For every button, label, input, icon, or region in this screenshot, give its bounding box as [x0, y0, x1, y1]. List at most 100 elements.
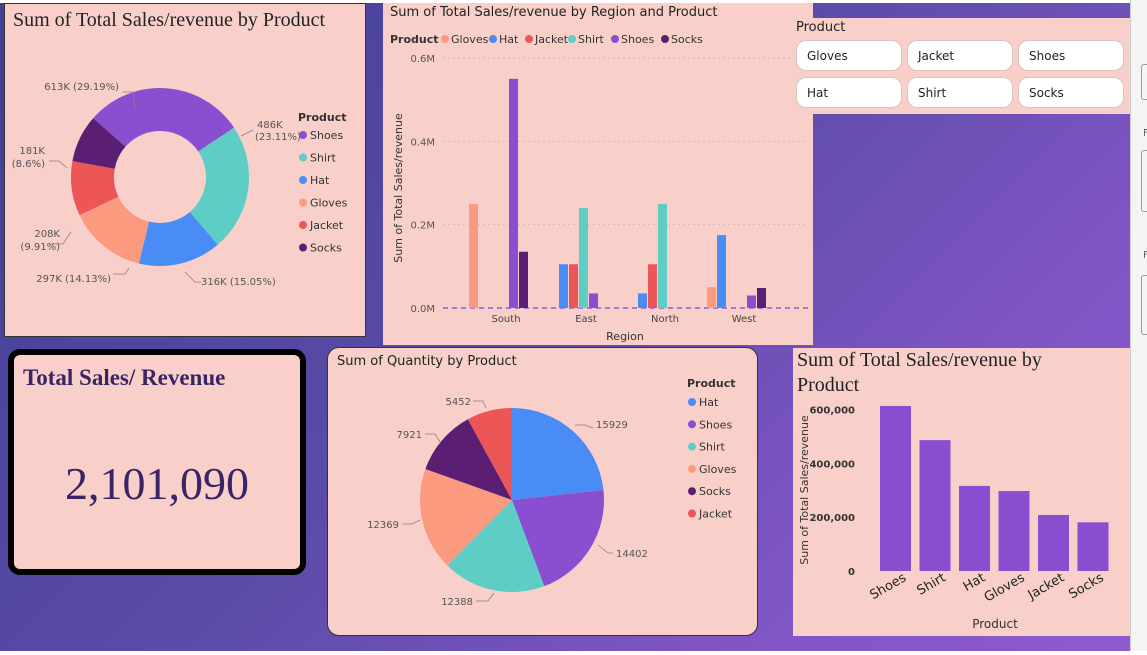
pie-slice-hat[interactable]	[512, 408, 604, 500]
product-bar-x-tick-jacket: Jacket	[1025, 570, 1067, 603]
product-bar-shoes[interactable]	[880, 405, 911, 571]
region-chart-title: Sum of Total Sales/revenue by Region and…	[390, 5, 718, 20]
region-x-axis-label: Region	[606, 330, 644, 343]
region-legend-shoes[interactable]: Shoes	[621, 33, 654, 46]
region-y-tick: 0.4M	[410, 137, 435, 148]
region-bar-east-hat[interactable]	[559, 264, 568, 308]
pie-label-jacket: 5452	[446, 397, 471, 408]
region-legend-marker-shoes	[611, 35, 619, 43]
product-bar-x-axis-label: Product	[972, 617, 1018, 631]
region-legend-marker-socks	[661, 35, 669, 43]
product-bar-y-tick: 0	[848, 567, 855, 578]
donut-label-shoes: 613K (29.19%)	[44, 82, 119, 93]
region-bar-west-hat[interactable]	[717, 235, 726, 308]
product-bar-gloves[interactable]	[998, 491, 1030, 571]
product-bar-socks[interactable]	[1077, 522, 1109, 571]
donut-legend-marker-shoes	[299, 131, 307, 139]
region-x-tick-north: North	[651, 314, 679, 325]
region-legend-shirt[interactable]: Shirt	[578, 33, 605, 46]
kpi-value: 2,101,090	[65, 458, 249, 509]
pie-legend-jacket[interactable]: Jacket	[698, 508, 733, 521]
slicer-item-shoes[interactable]: Shoes	[1018, 40, 1124, 71]
donut-legend-shirt[interactable]: Shirt	[310, 152, 337, 165]
kpi-title: Total Sales/ Revenue	[23, 365, 226, 390]
donut-legend-jacket[interactable]: Jacket	[309, 219, 344, 232]
region-bar-south-gloves[interactable]	[469, 203, 478, 308]
product-bar-y-tick: 200,000	[809, 513, 855, 524]
donut-legend-shoes[interactable]: Shoes	[310, 129, 343, 142]
pie-legend-marker-socks	[688, 487, 696, 496]
product-bar-x-tick-shoes: Shoes	[868, 570, 910, 603]
product-bar-y-tick: 400,000	[809, 459, 855, 470]
region-legend-hat[interactable]: Hat	[499, 33, 519, 46]
product-bar-x-tick-shirt: Shirt	[915, 570, 949, 598]
pie-legend-marker-shoes	[688, 420, 696, 429]
pie-legend-socks[interactable]: Socks	[699, 485, 731, 498]
pie-legend-marker-gloves	[688, 464, 696, 473]
slicer-item-shirt[interactable]: Shirt	[907, 77, 1013, 108]
donut-label-shirt-1: 486K	[257, 120, 283, 131]
region-bar-north-shirt[interactable]	[658, 203, 667, 308]
product-bar-shirt[interactable]	[919, 440, 951, 571]
region-bar-east-jacket[interactable]	[569, 264, 578, 308]
donut-label-gloves: 297K (14.13%)	[36, 274, 111, 285]
donut-legend-marker-hat	[299, 176, 307, 184]
region-y-axis-label: Sum of Total Sales/revenue	[392, 113, 405, 263]
slicer-item-hat[interactable]: Hat	[796, 77, 902, 108]
donut-chart-card[interactable]: Sum of Total Sales/revenue by Product 61…	[4, 3, 366, 337]
region-bar-east-shoes[interactable]	[589, 293, 598, 308]
pie-legend-gloves[interactable]: Gloves	[699, 463, 737, 476]
region-bar-north-hat[interactable]	[638, 293, 647, 308]
pie-legend-shoes[interactable]: Shoes	[699, 418, 732, 431]
donut-label-hat: 316K (15.05%)	[201, 277, 276, 288]
donut-legend-socks[interactable]: Socks	[310, 242, 342, 255]
region-y-tick: 0.6M	[410, 54, 435, 65]
slicer-item-gloves[interactable]: Gloves	[796, 40, 902, 71]
donut-legend-hat[interactable]: Hat	[310, 174, 330, 187]
donut-chart[interactable]: 613K (29.19%) 486K (23.11%) 316K (15.05%…	[5, 34, 367, 334]
quantity-pie-chart[interactable]: 15929 14402 12388 12369 7921 5452 Produc…	[328, 348, 759, 637]
donut-legend-marker-socks	[299, 243, 307, 252]
pie-legend-shirt[interactable]: Shirt	[699, 441, 726, 454]
region-legend-jacket[interactable]: Jacket	[534, 33, 569, 46]
donut-legend-marker-jacket	[299, 221, 307, 229]
region-legend-title: Product	[390, 33, 439, 46]
pie-legend-marker-hat	[688, 398, 696, 406]
region-legend-marker-gloves	[441, 35, 449, 43]
donut-label-jacket-2: (9.91%)	[20, 242, 60, 253]
donut-legend-gloves[interactable]: Gloves	[310, 197, 348, 210]
quantity-pie-card[interactable]: Sum of Quantity by Product 15929 14402 1…	[327, 347, 758, 636]
product-bar-jacket[interactable]	[1038, 515, 1069, 571]
region-clustered-bar-chart[interactable]: Product Gloves Hat Jacket Shirt Shoes Socks 0…	[383, 23, 813, 345]
filters-pane-edge[interactable]: F F	[1130, 0, 1147, 655]
region-bar-south-socks[interactable]	[519, 251, 528, 308]
region-bar-east-shirt[interactable]	[579, 208, 588, 308]
product-slicer[interactable]: Product Gloves Jacket Shoes Hat Shirt So…	[792, 18, 1130, 114]
slicer-item-socks[interactable]: Socks	[1018, 77, 1124, 108]
product-bar-chart[interactable]: 0200,000400,000600,000 Shoes Shirt HatGlov…	[793, 348, 1130, 636]
region-bar-west-shoes[interactable]	[747, 295, 756, 309]
product-bar-hat[interactable]	[959, 485, 990, 571]
bottom-edge	[0, 651, 1147, 655]
donut-chart-title: Sum of Total Sales/revenue by Product	[13, 9, 326, 31]
pie-legend-hat[interactable]: Hat	[699, 396, 719, 409]
region-legend-gloves[interactable]: Gloves	[451, 33, 489, 46]
slicer-title: Product	[796, 20, 846, 35]
region-bar-west-socks[interactable]	[757, 288, 766, 308]
region-chart-card[interactable]: Sum of Total Sales/revenue by Region and…	[383, 3, 813, 345]
region-bar-south-shoes[interactable]	[509, 78, 518, 308]
donut-legend-marker-shirt	[299, 153, 307, 162]
region-y-tick: 0.2M	[410, 221, 435, 232]
region-legend-socks[interactable]: Socks	[671, 33, 703, 46]
product-bar-y-axis-label: Sum of Total Sales/revenue	[798, 415, 811, 565]
pie-label-gloves: 12369	[367, 520, 399, 531]
region-bar-west-gloves[interactable]	[707, 287, 716, 308]
kpi-card[interactable]: Total Sales/ Revenue 2,101,090	[8, 349, 306, 575]
product-bar-card[interactable]: Sum of Total Sales/revenue by Product 02…	[793, 348, 1130, 636]
pie-legend-title: Product	[687, 377, 736, 390]
product-bar-x-tick-gloves: Gloves	[982, 570, 1028, 605]
region-bar-north-jacket[interactable]	[648, 264, 657, 308]
slicer-item-jacket[interactable]: Jacket	[907, 40, 1013, 71]
region-x-tick-east: East	[575, 314, 597, 325]
pie-label-shirt: 12388	[441, 597, 473, 608]
